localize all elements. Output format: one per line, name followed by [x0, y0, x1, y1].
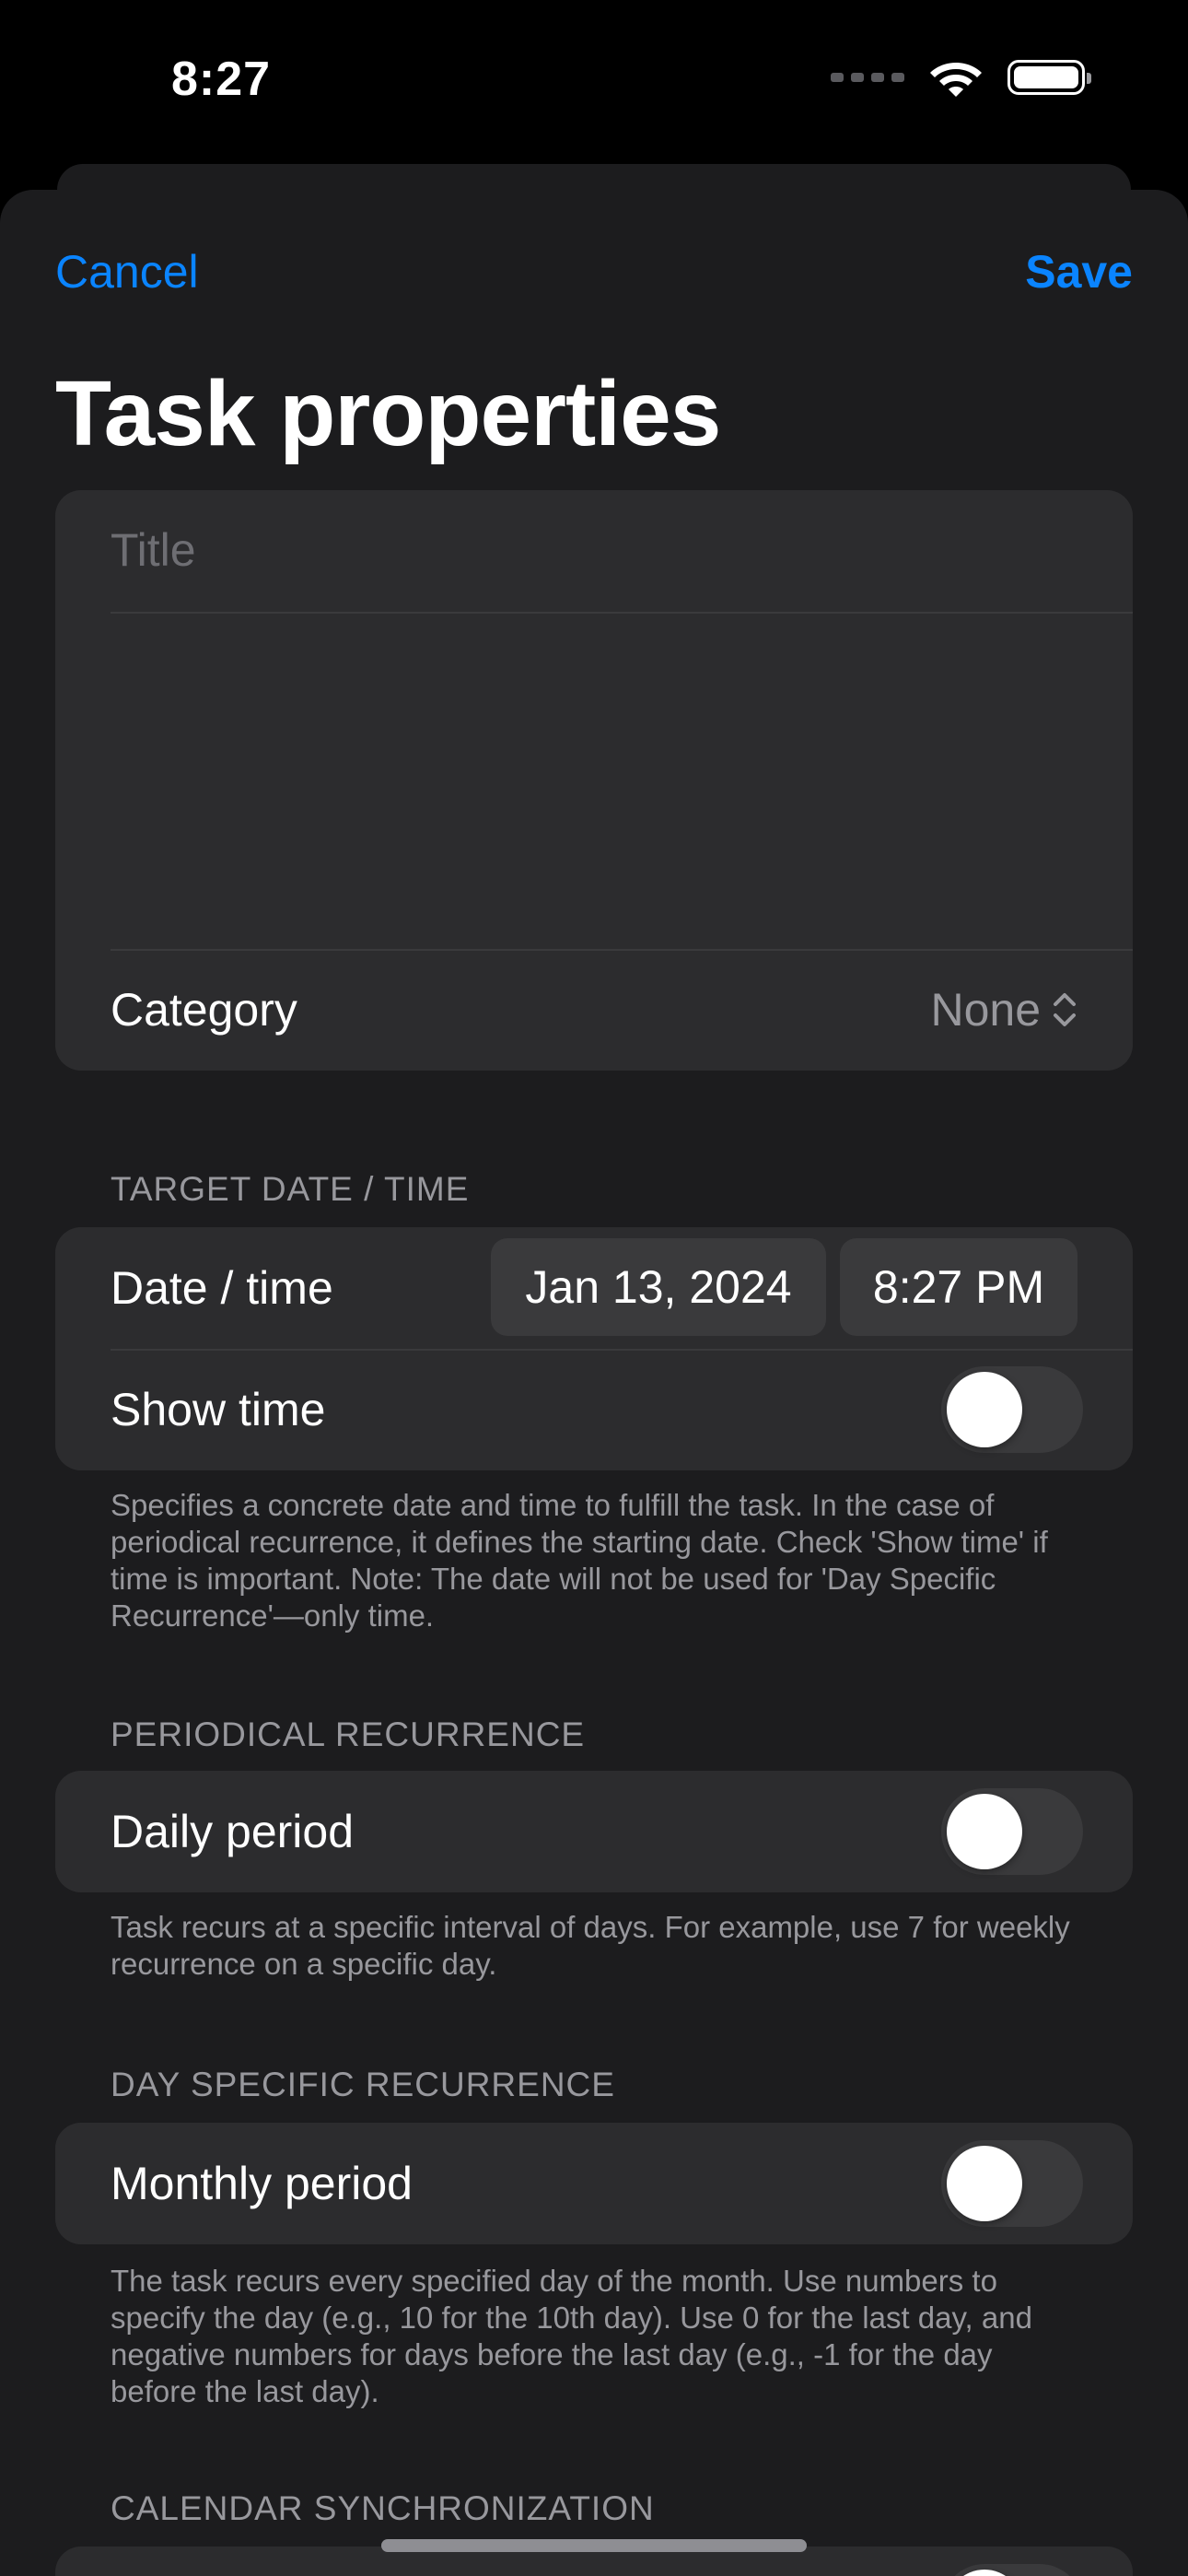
show-time-toggle[interactable]: [941, 1366, 1083, 1453]
home-indicator[interactable]: [381, 2539, 807, 2552]
title-input[interactable]: Title: [55, 490, 1133, 612]
target-date-footnote: Specifies a concrete date and time to fu…: [111, 1488, 1048, 1633]
wifi-icon: [930, 63, 982, 97]
daily-period-label: Daily period: [111, 1806, 355, 1857]
periodical-recurrence-footnote: Task recurs at a specific interval of da…: [111, 1910, 1070, 1981]
time-picker-button[interactable]: 8:27 PM: [840, 1238, 1077, 1336]
status-icons: [831, 57, 1091, 98]
periodical-recurrence-header: PERIODICAL RECURRENCE: [111, 1715, 586, 1753]
status-time: 8:27: [171, 53, 272, 106]
day-specific-recurrence-footnote: The task recurs every specified day of t…: [111, 2264, 1032, 2408]
category-row[interactable]: Category None: [55, 949, 1133, 1071]
show-time-label: Show time: [111, 1384, 326, 1435]
cellular-signal-icon: [831, 73, 904, 82]
toggle-knob: [947, 2570, 1022, 2576]
monthly-period-label: Monthly period: [111, 2158, 413, 2209]
toggle-knob: [947, 1372, 1022, 1447]
save-button[interactable]: Save: [1025, 245, 1133, 299]
daily-period-toggle[interactable]: [941, 1788, 1083, 1875]
date-picker-button[interactable]: Jan 13, 2024: [491, 1238, 826, 1336]
monthly-period-row: Monthly period: [55, 2123, 1133, 2244]
page-title: Task properties: [55, 362, 721, 465]
date-time-label: Date / time: [111, 1262, 333, 1314]
battery-icon: [1007, 60, 1091, 95]
day-specific-recurrence-header: DAY SPECIFIC RECURRENCE: [111, 2066, 615, 2103]
daily-period-row: Daily period: [55, 1771, 1133, 1892]
toggle-knob: [947, 2146, 1022, 2221]
calendar-sync-toggle[interactable]: [941, 2564, 1083, 2576]
periodical-recurrence-card: Daily period: [55, 1771, 1133, 1892]
category-value: None: [930, 984, 1041, 1036]
show-time-row: Show time: [55, 1349, 1133, 1470]
category-picker[interactable]: None: [930, 983, 1077, 1036]
task-properties-sheet: Cancel Save Task properties Title Catego…: [0, 190, 1188, 2576]
toggle-knob: [947, 1794, 1022, 1869]
day-specific-recurrence-card: Monthly period: [55, 2123, 1133, 2244]
monthly-period-toggle[interactable]: [941, 2140, 1083, 2227]
status-bar: 8:27: [0, 0, 1188, 157]
cancel-button[interactable]: Cancel: [55, 245, 199, 299]
calendar-sync-header: CALENDAR SYNCHRONIZATION: [111, 2489, 655, 2527]
category-label: Category: [111, 984, 297, 1036]
notes-textarea[interactable]: [55, 612, 1133, 949]
target-date-header: TARGET DATE / TIME: [111, 1170, 470, 1208]
chevron-up-down-icon: [1054, 993, 1076, 1026]
target-date-card: Date / time Jan 13, 2024 8:27 PM Show ti…: [55, 1227, 1133, 1470]
task-details-card: Title Category None: [55, 490, 1133, 1071]
title-placeholder: Title: [111, 524, 196, 576]
